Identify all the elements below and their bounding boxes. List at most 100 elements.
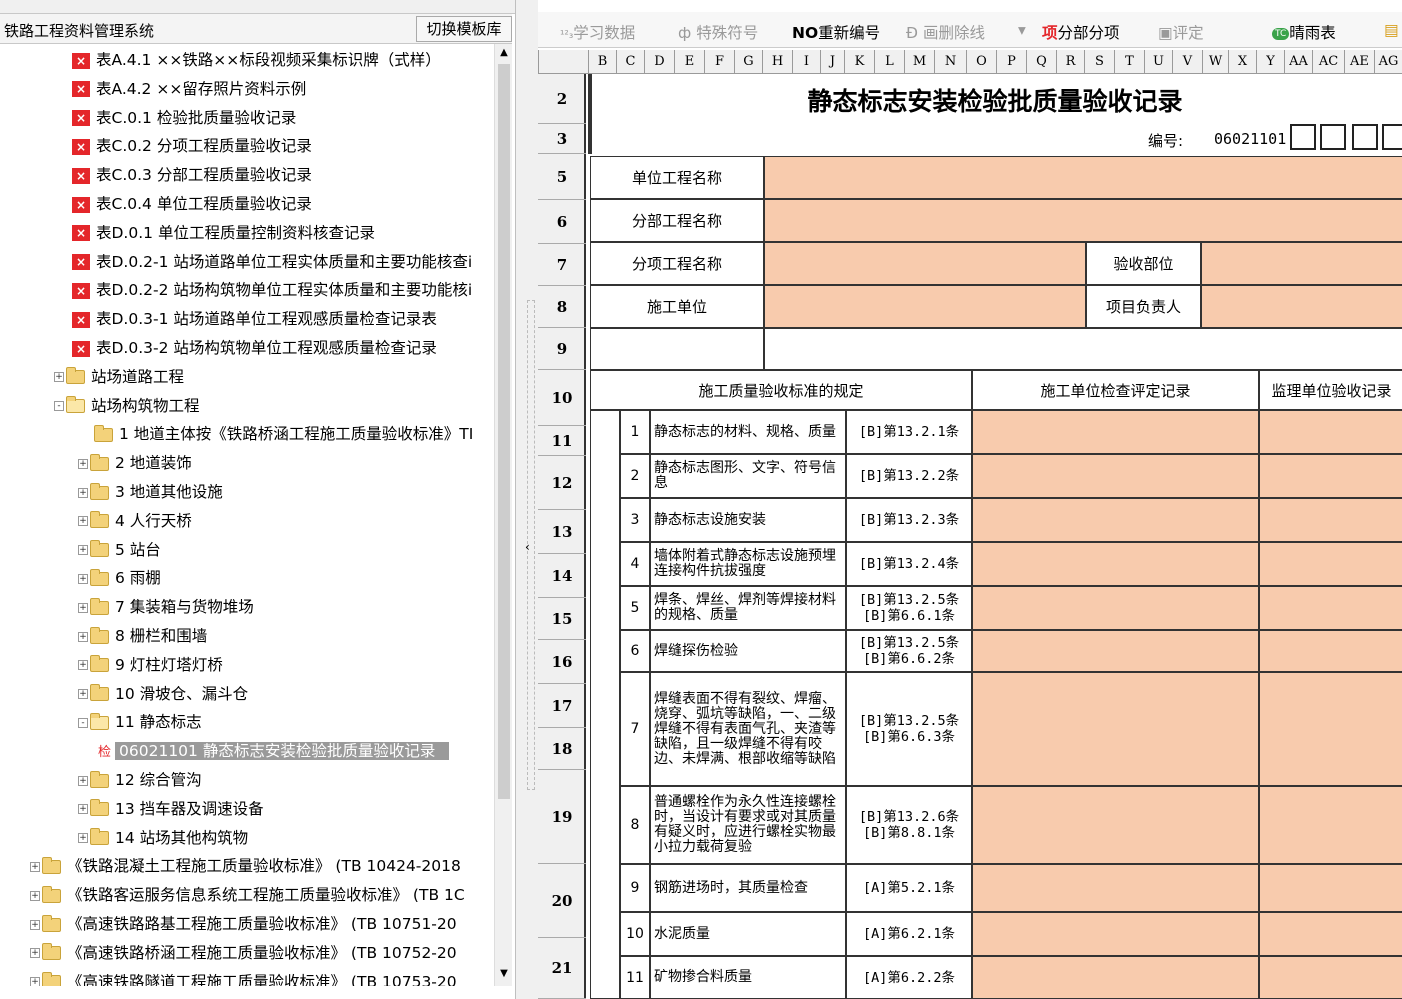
- collapse-icon[interactable]: -: [78, 717, 88, 728]
- scroll-thumb[interactable]: [498, 64, 510, 799]
- column-header-cell[interactable]: R: [1056, 50, 1084, 74]
- column-header-cell[interactable]: Y: [1256, 50, 1284, 74]
- tree-item[interactable]: +9 灯柱灯塔灯桥: [78, 651, 223, 679]
- expand-icon[interactable]: +: [78, 804, 88, 815]
- column-header-cell[interactable]: I: [792, 50, 820, 74]
- number-box[interactable]: [1352, 124, 1378, 150]
- expand-icon[interactable]: +: [78, 631, 88, 642]
- expand-icon[interactable]: +: [30, 919, 40, 930]
- tree-item[interactable]: × 表A.4.1 ××铁路××标段视频采集标识牌（式样）: [72, 46, 441, 74]
- input-sub-project[interactable]: [764, 199, 1402, 242]
- expand-icon[interactable]: +: [78, 602, 88, 613]
- column-header-cell[interactable]: M: [904, 50, 934, 74]
- tree-item[interactable]: +14 站场其他构筑物: [78, 824, 248, 852]
- row-number[interactable]: 17: [538, 684, 586, 728]
- row-number[interactable]: 12: [538, 456, 586, 510]
- supervise-record[interactable]: [1259, 786, 1402, 864]
- tree-item[interactable]: +12 综合管沟: [78, 766, 202, 794]
- supervise-record[interactable]: [1259, 498, 1402, 542]
- row-number[interactable]: 6: [538, 200, 586, 244]
- supervise-record[interactable]: [1259, 410, 1402, 454]
- select-all-corner[interactable]: [538, 50, 588, 74]
- column-header-cell[interactable]: K: [844, 50, 874, 74]
- tree-item[interactable]: + 《高速铁路路基工程施工质量验收标准》 (TB 10751-20: [30, 910, 457, 938]
- column-header-cell[interactable]: U: [1144, 50, 1172, 74]
- collapse-left-icon[interactable]: ‹: [525, 540, 530, 554]
- row-number[interactable]: 15: [538, 598, 586, 640]
- tree-item[interactable]: × 表C.0.4 单位工程质量验收记录: [72, 190, 312, 218]
- construct-record[interactable]: [972, 630, 1259, 672]
- column-header-cell[interactable]: J: [820, 50, 844, 74]
- row-number[interactable]: 8: [538, 286, 586, 328]
- input-project-manager[interactable]: [1201, 285, 1402, 328]
- tree-item[interactable]: +7 集装箱与货物堆场: [78, 593, 254, 621]
- expand-icon[interactable]: +: [78, 545, 88, 556]
- column-header-cell[interactable]: V: [1172, 50, 1202, 74]
- column-header-cell[interactable]: B: [588, 50, 616, 74]
- tree-item[interactable]: × 表D.0.2-1 站场道路单位工程实体质量和主要功能核查i: [72, 248, 472, 276]
- tree-item[interactable]: 1 地道主体按《铁路桥涵工程施工质量验收标准》TI: [94, 420, 473, 448]
- expand-icon[interactable]: +: [30, 861, 40, 872]
- learn-data-button[interactable]: ¹²₃学习数据: [560, 21, 635, 43]
- column-header-cell[interactable]: AG: [1374, 50, 1402, 74]
- tree-item[interactable]: +5 站台: [78, 536, 161, 564]
- expand-icon[interactable]: +: [78, 573, 88, 584]
- row-number[interactable]: 19: [538, 770, 586, 864]
- supervise-record[interactable]: [1259, 630, 1402, 672]
- row-number[interactable]: 21: [538, 938, 586, 999]
- tree-item[interactable]: +3 地道其他设施: [78, 478, 223, 506]
- tree-scrollbar[interactable]: ▲ ▼: [494, 44, 512, 986]
- tree-item[interactable]: +13 挡车器及调速设备: [78, 795, 264, 823]
- tree-item[interactable]: 检 06021101 静态标志安装检验批质量验收记录: [98, 737, 450, 765]
- row-number[interactable]: 10: [538, 370, 586, 426]
- tree-item[interactable]: - 11 静态标志: [78, 708, 202, 736]
- tree-item[interactable]: - 站场构筑物工程: [54, 392, 200, 420]
- supervise-record[interactable]: [1259, 912, 1402, 956]
- expand-icon[interactable]: +: [78, 775, 88, 786]
- tree-item[interactable]: + 《铁路混凝土工程施工质量验收标准》 (TB 10424-2018: [30, 852, 461, 880]
- input-acceptance-part[interactable]: [1201, 242, 1402, 285]
- expand-icon[interactable]: +: [78, 660, 88, 671]
- tree-item[interactable]: +6 雨棚: [78, 564, 161, 592]
- supervise-record[interactable]: [1259, 542, 1402, 586]
- column-header-cell[interactable]: N: [934, 50, 966, 74]
- number-value[interactable]: 06021101: [1214, 130, 1286, 148]
- construct-record[interactable]: [972, 454, 1259, 498]
- number-box[interactable]: [1290, 124, 1316, 150]
- tree-item[interactable]: + 站场道路工程: [54, 363, 184, 391]
- tree-item[interactable]: × 表D.0.1 单位工程质量控制资料核查记录: [72, 219, 375, 247]
- expand-icon[interactable]: +: [78, 458, 88, 469]
- collapse-icon[interactable]: -: [54, 401, 64, 412]
- column-header-cell[interactable]: T: [1114, 50, 1144, 74]
- evaluate-button[interactable]: ▣评定: [1158, 21, 1204, 43]
- tree-item[interactable]: × 表A.4.2 ××留存照片资料示例: [72, 75, 306, 103]
- expand-icon[interactable]: +: [30, 948, 40, 959]
- row-number[interactable]: 9: [538, 328, 586, 370]
- column-header-cell[interactable]: O: [966, 50, 996, 74]
- column-header-cell[interactable]: AC: [1312, 50, 1344, 74]
- supervise-record[interactable]: [1259, 672, 1402, 786]
- expand-icon[interactable]: +: [78, 833, 88, 844]
- construct-record[interactable]: [972, 864, 1259, 912]
- supervise-record[interactable]: [1259, 454, 1402, 498]
- partition-button[interactable]: 项分部分项: [1042, 21, 1120, 43]
- dropdown-arrow-icon[interactable]: ▾: [1018, 21, 1026, 39]
- construct-record[interactable]: [972, 956, 1259, 999]
- input-item-project[interactable]: [764, 242, 1086, 285]
- supervise-record[interactable]: [1259, 956, 1402, 999]
- expand-icon[interactable]: +: [30, 977, 40, 986]
- special-char-button[interactable]: ф 特殊符号: [678, 21, 758, 43]
- number-box[interactable]: [1382, 124, 1402, 150]
- column-header-cell[interactable]: E: [674, 50, 704, 74]
- construct-record[interactable]: [972, 912, 1259, 956]
- row-number[interactable]: 2: [538, 74, 586, 124]
- expand-icon[interactable]: +: [78, 689, 88, 700]
- tree-item[interactable]: × 表D.0.2-2 站场构筑物单位工程实体质量和主要功能核i: [72, 276, 472, 304]
- renumber-button[interactable]: NO重新编号: [792, 21, 880, 43]
- row-number[interactable]: 14: [538, 554, 586, 598]
- row-number[interactable]: 18: [538, 728, 586, 770]
- tree-item[interactable]: × 表D.0.3-1 站场道路单位工程观感质量检查记录表: [72, 305, 437, 333]
- column-header-cell[interactable]: D: [644, 50, 674, 74]
- construct-record[interactable]: [972, 542, 1259, 586]
- row-number[interactable]: 11: [538, 426, 586, 456]
